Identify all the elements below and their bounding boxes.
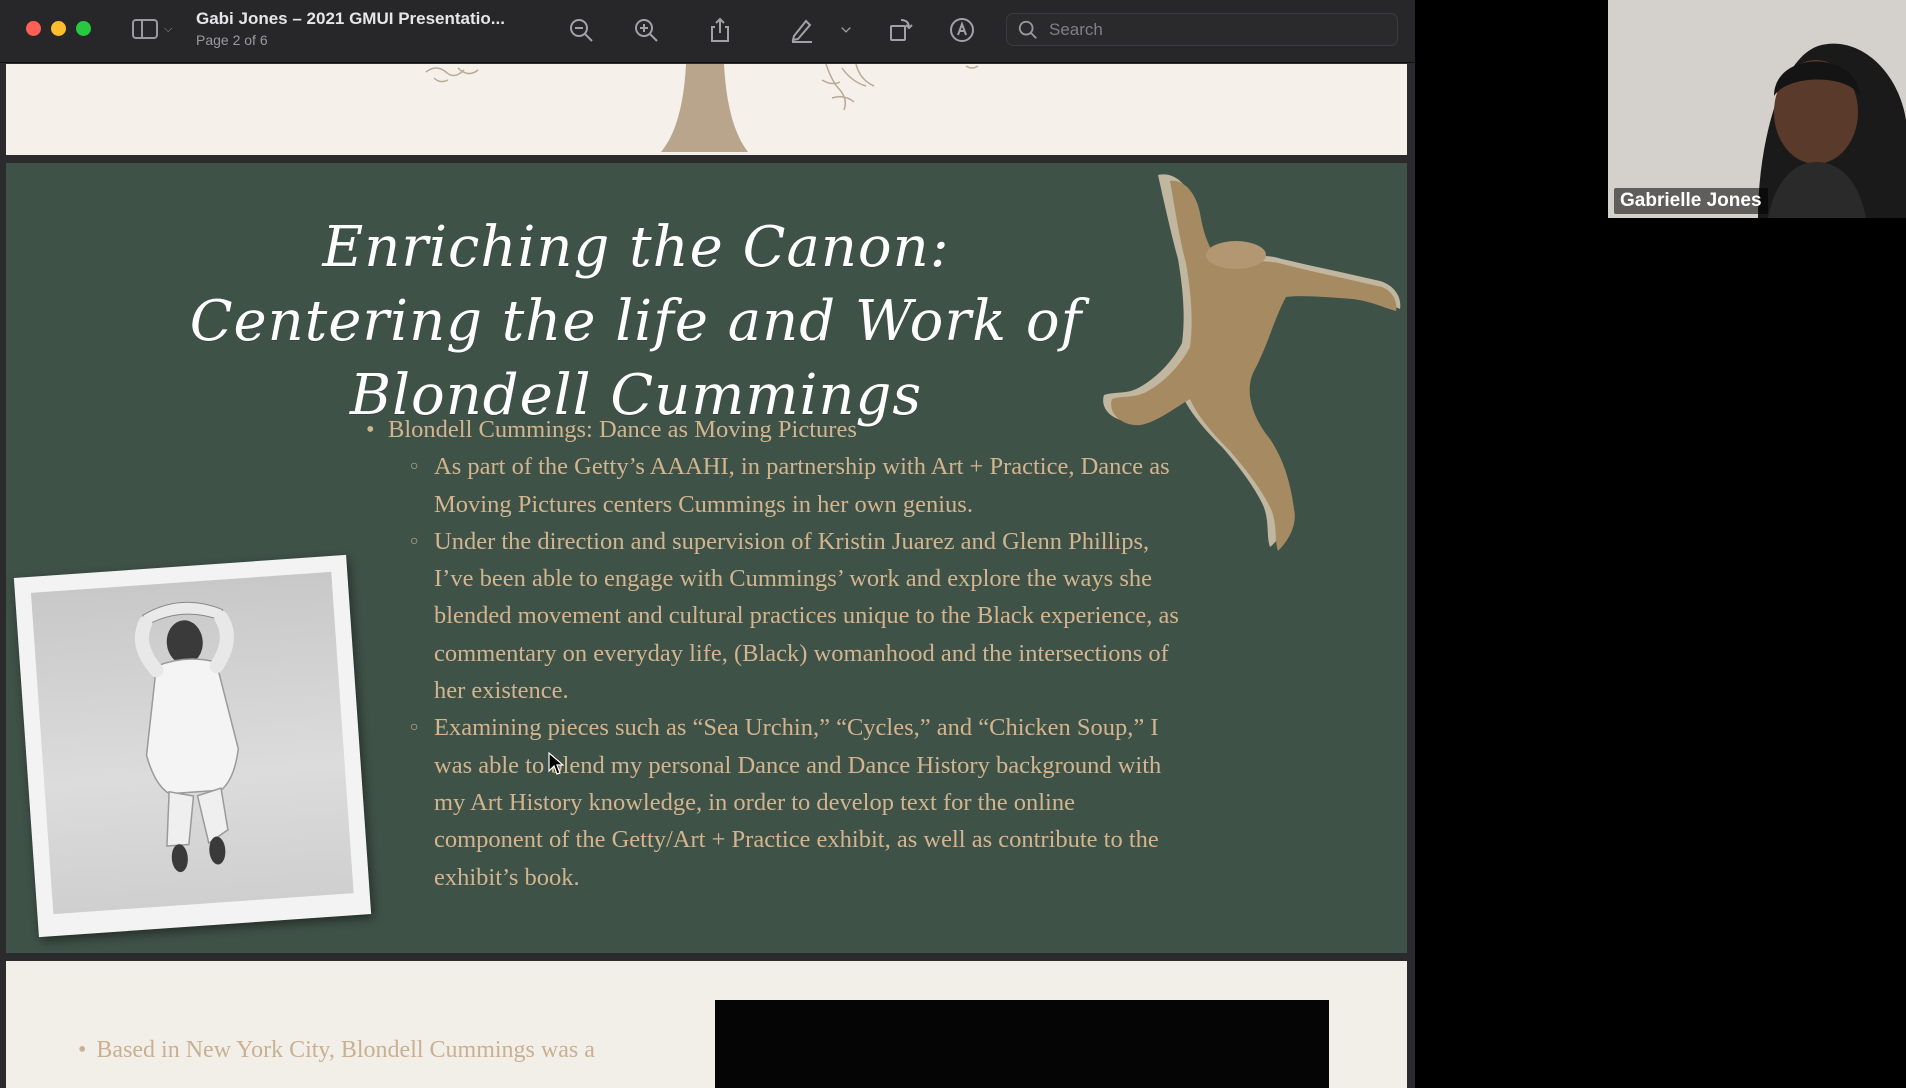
title-bar: ⌵ Gabi Jones – 2021 GMUI Presentatio... …: [0, 0, 1415, 63]
dancer-photo: [13, 554, 372, 938]
zoom-in-button[interactable]: [630, 14, 662, 46]
sidebar-toggle-button[interactable]: ⌵: [132, 16, 180, 42]
dancer-photo-image: [30, 571, 354, 915]
bullet-list: Blondell Cummings: Dance as Moving Pictu…: [362, 411, 1182, 896]
zoom-in-icon: [635, 19, 658, 42]
sub-bullet-3: Examining pieces such as “Sea Urchin,” “…: [362, 709, 1182, 895]
slide-page-2[interactable]: Enriching the Canon: Centering the life …: [6, 163, 1407, 953]
search-icon: [1018, 20, 1037, 39]
sidebar-toggle-icon: [132, 19, 158, 39]
annotate-button[interactable]: [946, 14, 978, 46]
search-field[interactable]: [1006, 13, 1398, 46]
markup-menu-button[interactable]: [834, 14, 858, 46]
zoom-out-icon: [570, 19, 593, 42]
bullet-main: Blondell Cummings: Dance as Moving Pictu…: [362, 411, 1182, 449]
preview-window: ⌵ Gabi Jones – 2021 GMUI Presentatio... …: [0, 0, 1415, 1088]
chevron-down-icon: [841, 27, 851, 33]
sub-bullet-1: As part of the Getty’s AAAHI, in partner…: [362, 448, 1182, 523]
document-title: Gabi Jones – 2021 GMUI Presentatio...: [196, 9, 505, 28]
next-slide-bullet: Based in New York City, Blondell Cumming…: [78, 1037, 594, 1064]
window-controls: [26, 21, 91, 36]
rotate-icon: [890, 19, 913, 41]
annotate-icon: [950, 18, 974, 42]
share-button[interactable]: [704, 14, 736, 46]
participant-video-tile[interactable]: Gabrielle Jones: [1608, 0, 1906, 218]
mouse-cursor-icon: [548, 752, 564, 775]
sub-bullet-2: Under the direction and supervision of K…: [362, 523, 1182, 709]
page-indicator: Page 2 of 6: [196, 32, 268, 48]
slide-title-line-1: Enriching the Canon:: [322, 215, 950, 280]
fullscreen-window-button[interactable]: [76, 21, 91, 36]
page-1-partial[interactable]: [6, 64, 1407, 155]
video-thumbnail: [715, 1000, 1329, 1088]
slide-page-3-partial[interactable]: Based in New York City, Blondell Cumming…: [6, 961, 1407, 1088]
participant-name-label: Gabrielle Jones: [1614, 188, 1768, 214]
rotate-button[interactable]: [884, 14, 916, 46]
search-input[interactable]: [1049, 19, 1369, 40]
minimize-window-button[interactable]: [51, 21, 66, 36]
chevron-down-icon: ⌵: [164, 22, 173, 35]
markup-button[interactable]: [786, 14, 818, 46]
markup-pen-icon: [791, 19, 812, 43]
tree-illustration: [425, 64, 979, 152]
participant-video: [1608, 0, 1906, 218]
zoom-out-button[interactable]: [565, 14, 597, 46]
share-icon: [711, 17, 729, 42]
slide-title: Enriching the Canon: Centering the life …: [86, 211, 1186, 433]
dancer-figure-image: [135, 601, 240, 873]
close-window-button[interactable]: [26, 21, 41, 36]
